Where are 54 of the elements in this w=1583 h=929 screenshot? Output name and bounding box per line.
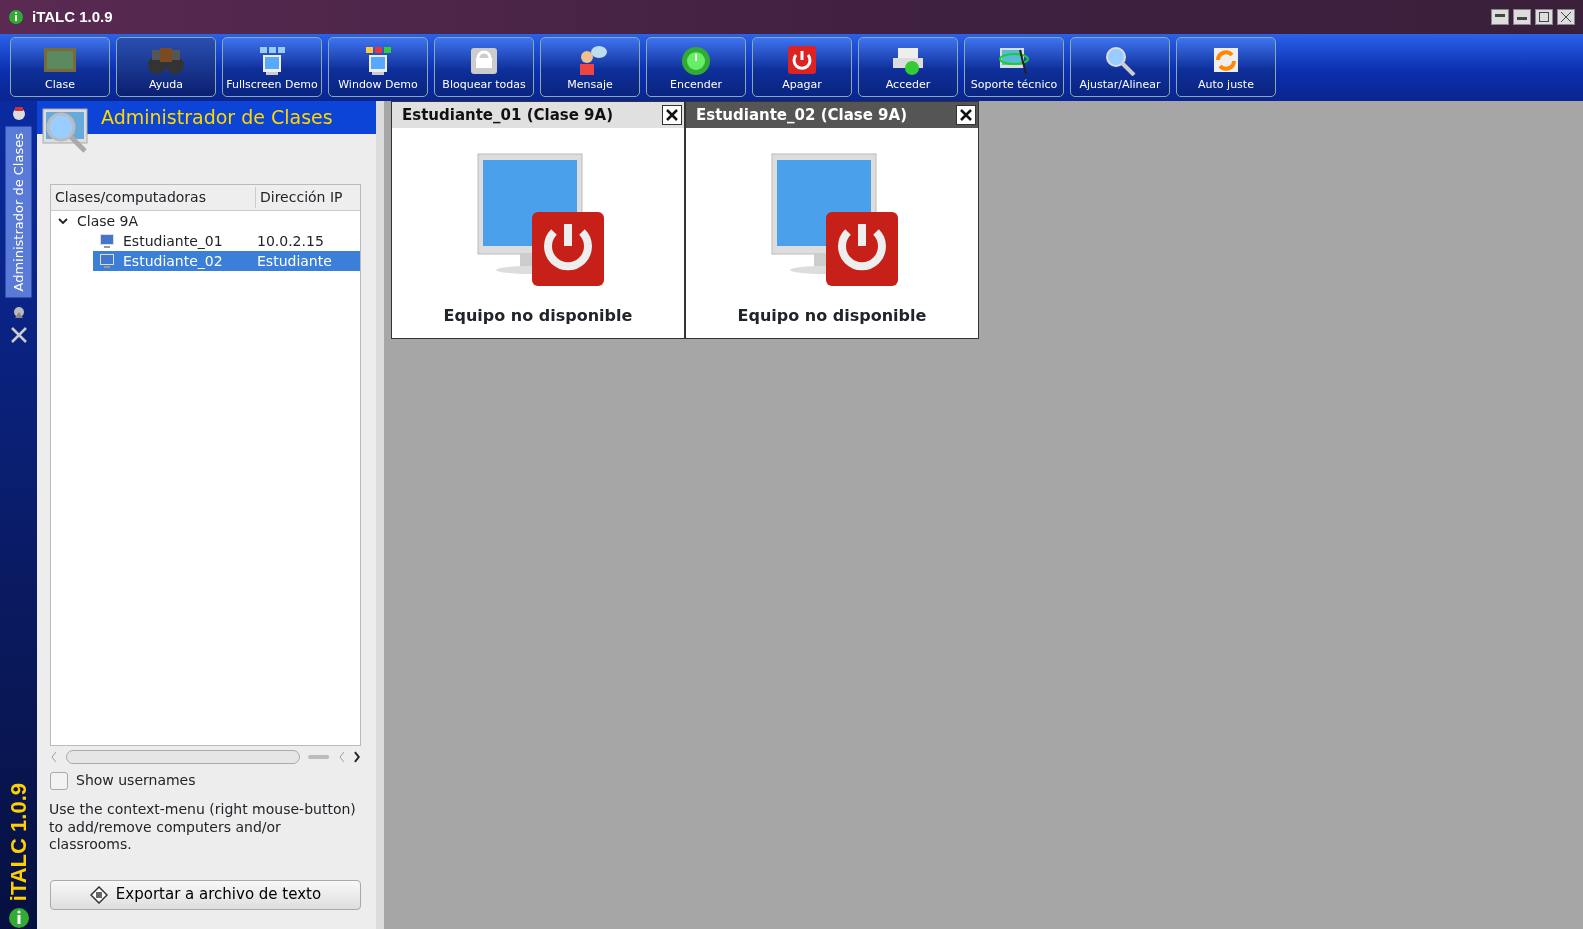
close-icon bbox=[1561, 12, 1571, 22]
close-button[interactable] bbox=[1557, 9, 1575, 25]
column-header[interactable]: Clases/computadoras bbox=[51, 187, 256, 208]
minimize-button[interactable] bbox=[1513, 9, 1531, 25]
scroll-right-icon bbox=[353, 750, 361, 764]
status-text: Equipo no disponible bbox=[443, 305, 633, 327]
toolbar-button[interactable]: Encender bbox=[646, 37, 746, 97]
panel-title: Administrador de Clases bbox=[101, 106, 333, 128]
toolbar-button[interactable]: Soporte técnico bbox=[964, 37, 1064, 97]
toolbar-button[interactable]: Acceder bbox=[858, 37, 958, 97]
toolbar-button[interactable]: Auto juste bbox=[1176, 37, 1276, 97]
checkbox-label[interactable]: Show usernames bbox=[76, 770, 196, 791]
maximize-button[interactable] bbox=[1535, 9, 1553, 25]
tree-cell-text: Estudiante bbox=[257, 251, 332, 271]
computer-window[interactable]: Estudiante_02 (Clase 9A) Equipo no disponible bbox=[685, 101, 979, 339]
chevron-icon bbox=[57, 215, 69, 227]
toolbar-button[interactable]: Ayuda bbox=[116, 37, 216, 97]
status-text: Equipo no disponible bbox=[737, 305, 927, 327]
toolbar-button[interactable]: Ajustar/Alinear bbox=[1070, 37, 1170, 97]
toolbar-button[interactable]: Apagar bbox=[752, 37, 852, 97]
side-tab[interactable]: Administrador de Clases bbox=[5, 127, 32, 298]
close-button[interactable] bbox=[956, 105, 976, 125]
hint-text: Use the context-menu (right mouse-button) to add/remove computers and/or classrooms. bbox=[49, 801, 357, 854]
diamond-icon bbox=[89, 885, 108, 904]
computer-window[interactable]: Estudiante_01 (Clase 9A) Equipo no disponible bbox=[391, 101, 685, 339]
minimize-icon bbox=[1517, 17, 1527, 20]
scroll-left-icon bbox=[50, 750, 58, 764]
computer-icon bbox=[99, 233, 115, 249]
tools-icon bbox=[9, 325, 28, 344]
toolbar-button[interactable]: Clase bbox=[10, 37, 110, 97]
close-button[interactable] bbox=[662, 105, 682, 125]
export-button[interactable]: Exportar a archivo de texto bbox=[50, 879, 361, 910]
scrollbar-thumb[interactable] bbox=[65, 750, 301, 764]
computer-window-title: Estudiante_02 (Clase 9A) bbox=[696, 104, 907, 126]
column-header[interactable]: Dirección IP bbox=[256, 187, 343, 208]
checkbox[interactable] bbox=[50, 771, 68, 790]
info-icon bbox=[7, 907, 30, 929]
maximize-icon bbox=[1539, 12, 1549, 22]
toolbar-button[interactable]: Window Demo bbox=[328, 37, 428, 97]
window-title: iTALC 1.0.9 bbox=[32, 6, 113, 27]
toolbar-button[interactable]: Bloquear todas bbox=[434, 37, 534, 97]
scrollbar-track-icon bbox=[308, 752, 330, 762]
menu-button[interactable] bbox=[1491, 9, 1509, 25]
tree-item[interactable]: Estudiante_01 bbox=[123, 230, 257, 252]
tree-item[interactable]: Clase 9A bbox=[77, 210, 252, 232]
info-icon bbox=[8, 9, 24, 25]
brand-label: iTALC 1.0.9 bbox=[5, 782, 32, 901]
toolbar-button[interactable]: Mensaje bbox=[540, 37, 640, 97]
tree-cell-text: 10.0.2.15 bbox=[257, 231, 324, 251]
menu-icon bbox=[1495, 14, 1505, 17]
tree-item[interactable]: Estudiante_02 bbox=[123, 250, 257, 272]
scroll-left-icon bbox=[337, 750, 346, 764]
computer-window-title: Estudiante_01 (Clase 9A) bbox=[402, 104, 613, 126]
toolbar-button[interactable]: Fullscreen Demo bbox=[222, 37, 322, 97]
